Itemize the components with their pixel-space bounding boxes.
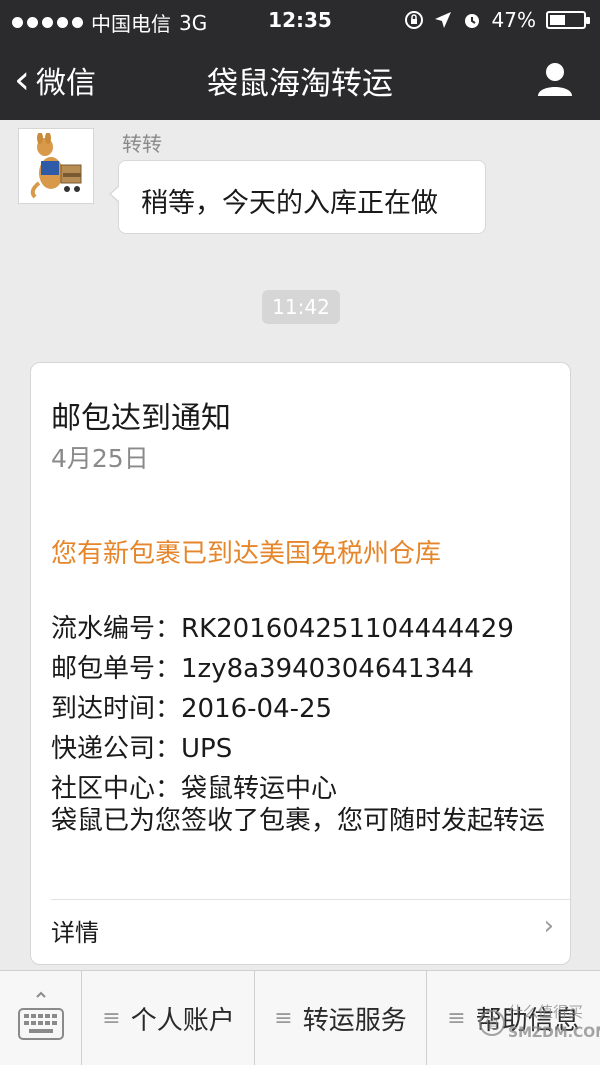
- sender-name: 转转: [122, 132, 162, 156]
- chat-area[interactable]: 转转 稍等，今天的入库正在做 11:42 邮包达到通知 4月25日 您有新包裹已…: [0, 120, 600, 970]
- menu-personal-account[interactable]: ≡ 个人账户: [83, 971, 255, 1065]
- status-bar: 中国电信 3G 12:35 47%: [0, 0, 600, 40]
- page-title: 袋鼠海淘转运: [207, 66, 393, 102]
- arrival-notice-card[interactable]: 邮包达到通知 4月25日 您有新包裹已到达美国免税州仓库 流水编号：RK2016…: [30, 362, 571, 965]
- watermark-site: SMZDM.COM: [508, 1025, 600, 1041]
- menu-lines-icon: ≡: [274, 1006, 293, 1031]
- profile-icon[interactable]: [536, 60, 574, 98]
- watermark-logo-icon: 值: [479, 1010, 505, 1036]
- card-title: 邮包达到通知: [51, 401, 231, 436]
- battery-percent: 47%: [491, 8, 536, 32]
- menu-lines-icon: ≡: [102, 1006, 121, 1031]
- chevron-right-icon: ›: [543, 911, 554, 941]
- battery-fill: [550, 15, 565, 25]
- card-notice: 您有新包裹已到达美国免税州仓库: [51, 539, 442, 569]
- kangaroo-logo-icon: [30, 133, 82, 199]
- rotation-lock-icon: [404, 11, 423, 29]
- field-serial-number: 流水编号：RK201604251104444429: [51, 614, 514, 644]
- top-bar: 中国电信 3G 12:35 47% ‹ 微信 袋鼠海淘转运: [0, 0, 600, 120]
- card-date: 4月25日: [51, 444, 149, 473]
- card-note: 袋鼠已为您签收了包裹，您可随时发起转运: [51, 806, 546, 836]
- field-tracking-number: 邮包单号：1zy8a3940304641344: [51, 654, 475, 684]
- nav-bar: ‹ 微信 袋鼠海淘转运: [0, 40, 600, 120]
- field-courier: 快递公司：UPS: [51, 734, 233, 764]
- status-right: 47%: [404, 8, 590, 32]
- battery-icon: [546, 11, 590, 29]
- menu-lines-icon: ≡: [447, 1006, 466, 1031]
- svg-text:值: 值: [485, 1016, 499, 1032]
- keyboard-toggle-button[interactable]: [0, 971, 82, 1065]
- message-bubble[interactable]: 稍等，今天的入库正在做: [109, 160, 486, 234]
- watermark: 值 什么值得买 SMZDM.COM: [478, 999, 600, 1049]
- bottom-menu-bar: ≡ 个人账户 ≡ 转运服务 ≡ 帮助信息 值 什么值得买 SMZDM.COM: [0, 970, 600, 1065]
- message-timestamp: 11:42: [262, 290, 340, 324]
- menu-item-label: 个人账户: [130, 1006, 235, 1036]
- menu-item-label: 转运服务: [302, 1006, 407, 1036]
- menu-forwarding-service[interactable]: ≡ 转运服务: [255, 971, 427, 1065]
- field-center: 社区中心：袋鼠转运中心: [51, 774, 338, 804]
- card-fields: 流水编号：RK201604251104444429 邮包单号：1zy8a3940…: [51, 609, 551, 809]
- details-link[interactable]: 详情: [51, 913, 99, 948]
- keyboard-icon: [17, 991, 64, 1040]
- watermark-text: 什么值得买: [508, 1003, 584, 1021]
- divider: [51, 899, 570, 900]
- field-arrival-time: 到达时间：2016-04-25: [51, 694, 333, 724]
- alarm-icon: [464, 14, 479, 28]
- sender-avatar[interactable]: [18, 128, 94, 204]
- location-icon: [434, 12, 451, 28]
